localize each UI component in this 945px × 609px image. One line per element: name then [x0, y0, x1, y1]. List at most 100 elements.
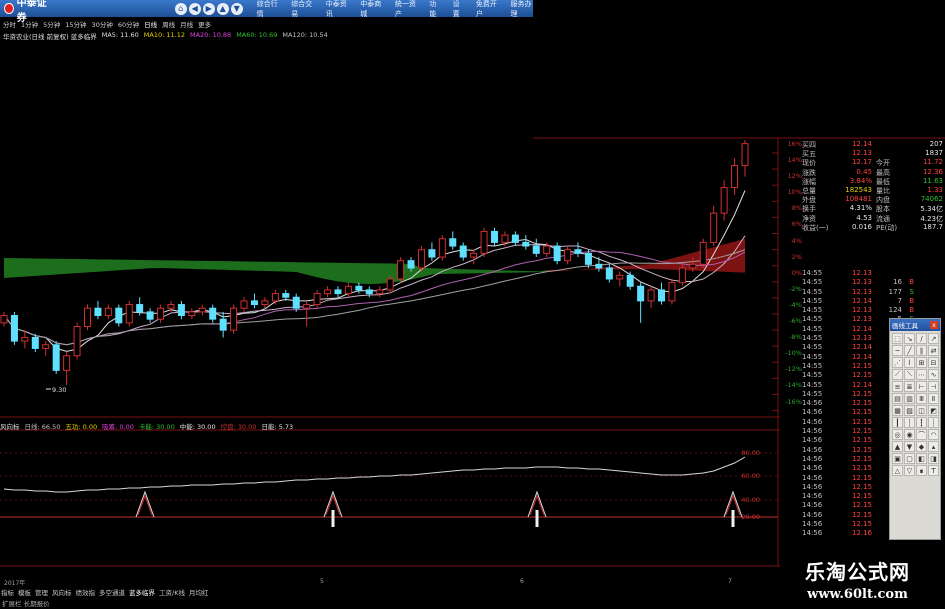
quote-value: 108481 — [845, 195, 872, 204]
indicator-name[interactable]: 风向标 — [0, 421, 20, 431]
signal-bar — [331, 510, 335, 527]
candle-body — [125, 304, 133, 324]
draw-tool-icon[interactable]: ▣ — [892, 453, 903, 464]
quote-key2 — [872, 140, 902, 149]
indicator-tab[interactable]: 工资/K线 — [159, 587, 185, 597]
draw-tool-icon[interactable]: △ — [892, 465, 903, 476]
candle-body — [522, 241, 530, 247]
draw-tool-icon[interactable]: ▲ — [892, 441, 903, 452]
candle-body — [532, 245, 540, 254]
draw-tool-icon[interactable]: ╱ — [904, 345, 915, 356]
candle-body — [710, 212, 718, 243]
quote-row: 外盘 108481 内盘 74062 — [802, 195, 943, 204]
draw-tool-icon[interactable]: ↘ — [904, 333, 915, 344]
draw-tool-icon[interactable]: ▼ — [904, 441, 915, 452]
indicator-axis-label: 60.00 — [741, 472, 760, 480]
tick-time: 14:55 — [802, 306, 823, 315]
draw-tool-icon[interactable]: ▦ — [892, 405, 903, 416]
draw-tool-icon[interactable]: ⊟ — [928, 357, 939, 368]
draw-tool-icon[interactable]: ◫ — [916, 405, 927, 416]
draw-tool-icon[interactable]: ⊣ — [928, 381, 939, 392]
indicator-tab[interactable]: 多空通道 — [99, 587, 125, 597]
draw-tool-icon[interactable]: ▤ — [892, 393, 903, 404]
indicator-param: 日能: 5.73 — [261, 423, 294, 431]
draw-tool-icon[interactable]: ⋰ — [892, 357, 903, 368]
indicator-tab[interactable]: 绩效指 — [76, 587, 96, 597]
draw-tool-icon[interactable]: ⟍ — [904, 369, 915, 380]
draw-tool-icon[interactable]: ⌇ — [904, 357, 915, 368]
candle-body — [386, 278, 394, 291]
tick-volume — [872, 269, 902, 278]
tick-price: 12.14 — [851, 296, 872, 305]
indicator-tab[interactable]: 模板 — [18, 587, 31, 597]
draw-tool-icon[interactable]: ◨ — [928, 453, 939, 464]
draw-tool-icon[interactable]: ∥ — [916, 345, 927, 356]
candle-body — [417, 249, 425, 269]
percent-label: -16% — [785, 397, 802, 406]
tick-time: 14:55 — [802, 371, 823, 380]
candle-body — [407, 260, 415, 269]
draw-tools-window[interactable]: 画线工具 x ⬚ ↘ ∕ ↗ ─ ╱ ∥ ⇄ ⋰ ⌇ ⊞ ⊟ ⟋ ⟍ ⋯ ∿ ≡ ≣ ⊢ ⊣ ▤ ▥ Ⅲ Ⅱ ▦ ▧ ◫ ◩ ┃ ┆ ┇ ┊ ◎… — [889, 318, 941, 540]
candle-body — [355, 285, 363, 291]
draw-tool-icon[interactable]: ⊢ — [916, 381, 927, 392]
status-text[interactable]: 扩展栏 长期报价 — [2, 598, 50, 608]
draw-tool-icon[interactable]: ∕ — [916, 333, 927, 344]
tick-price: 12.13 — [851, 269, 872, 277]
draw-tool-icon[interactable]: ┇ — [916, 417, 927, 428]
draw-tool-icon[interactable]: ◧ — [916, 453, 927, 464]
candle-body — [344, 285, 352, 295]
candle-body — [73, 325, 81, 357]
draw-tool-icon[interactable]: ▢ — [904, 453, 915, 464]
draw-tool-icon[interactable]: ∎ — [916, 465, 927, 476]
draw-tool-icon[interactable]: ⇄ — [928, 345, 939, 356]
draw-tool-icon[interactable]: ⊞ — [916, 357, 927, 368]
draw-tool-icon[interactable]: Ⅲ — [916, 393, 927, 404]
candle-body — [52, 344, 60, 371]
draw-tool-icon[interactable]: ─ — [892, 345, 903, 356]
draw-tools-titlebar[interactable]: 画线工具 x — [890, 319, 940, 331]
draw-tool-icon[interactable]: ≣ — [904, 381, 915, 392]
indicator-tab[interactable]: 蓝多临界 — [129, 587, 155, 597]
candle-body — [21, 336, 29, 342]
draw-tool-icon[interactable]: ⋯ — [916, 369, 927, 380]
quote-panel: 买四 12.14 207 买五 12.13 1837 现价 12.17 今开 11.72 涨跌 0.4… — [802, 140, 943, 232]
percent-label: 14% — [787, 156, 802, 165]
quote-key: 买五 — [802, 150, 816, 159]
candle-body — [313, 293, 321, 306]
draw-tool-icon[interactable]: ≡ — [892, 381, 903, 392]
draw-tool-icon[interactable]: ▥ — [904, 393, 915, 404]
indicator-tab[interactable]: 指标 — [1, 587, 14, 597]
draw-tool-icon[interactable]: ▴ — [928, 441, 939, 452]
tick-time: 14:55 — [802, 389, 823, 398]
draw-tool-icon[interactable]: ↗ — [928, 333, 939, 344]
candle-body — [219, 318, 227, 331]
tick-price: 12.15 — [851, 371, 872, 380]
draw-tool-icon[interactable]: ◉ — [904, 429, 915, 440]
draw-tool-icon[interactable]: ┊ — [928, 417, 939, 428]
watermark-title: 乐淘公式网 — [805, 560, 910, 584]
close-icon[interactable]: x — [930, 321, 938, 329]
draw-tool-icon[interactable]: ┃ — [892, 417, 903, 428]
draw-tool-icon[interactable]: ◎ — [892, 429, 903, 440]
draw-tool-icon[interactable]: ⟋ — [892, 369, 903, 380]
draw-tool-icon[interactable]: ┆ — [904, 417, 915, 428]
candle-body — [647, 289, 655, 302]
draw-tool-icon[interactable]: ▧ — [904, 405, 915, 416]
quote-value: 3.84% — [849, 176, 872, 185]
indicator-tab[interactable]: 月均红 — [189, 587, 209, 597]
candle-body — [376, 289, 384, 295]
indicator-tab[interactable]: 风向标 — [52, 587, 72, 597]
draw-tool-icon[interactable]: ◩ — [928, 405, 939, 416]
indicator-tab[interactable]: 管理 — [35, 587, 48, 597]
draw-tool-icon[interactable]: T — [928, 465, 939, 476]
draw-tool-icon[interactable]: ◠ — [928, 429, 939, 440]
candle-body — [104, 307, 112, 317]
draw-tool-icon[interactable]: ⬚ — [892, 333, 903, 344]
tick-time: 14:56 — [802, 454, 823, 463]
tick-row: 14:55 12.14 7 B — [802, 297, 943, 306]
draw-tool-icon[interactable]: ∿ — [928, 369, 939, 380]
draw-tool-icon[interactable]: ⌒ — [916, 429, 927, 440]
draw-tool-icon[interactable]: Ⅱ — [928, 393, 939, 404]
draw-tool-icon[interactable]: ▽ — [904, 465, 915, 476]
draw-tool-icon[interactable]: ◆ — [916, 441, 927, 452]
